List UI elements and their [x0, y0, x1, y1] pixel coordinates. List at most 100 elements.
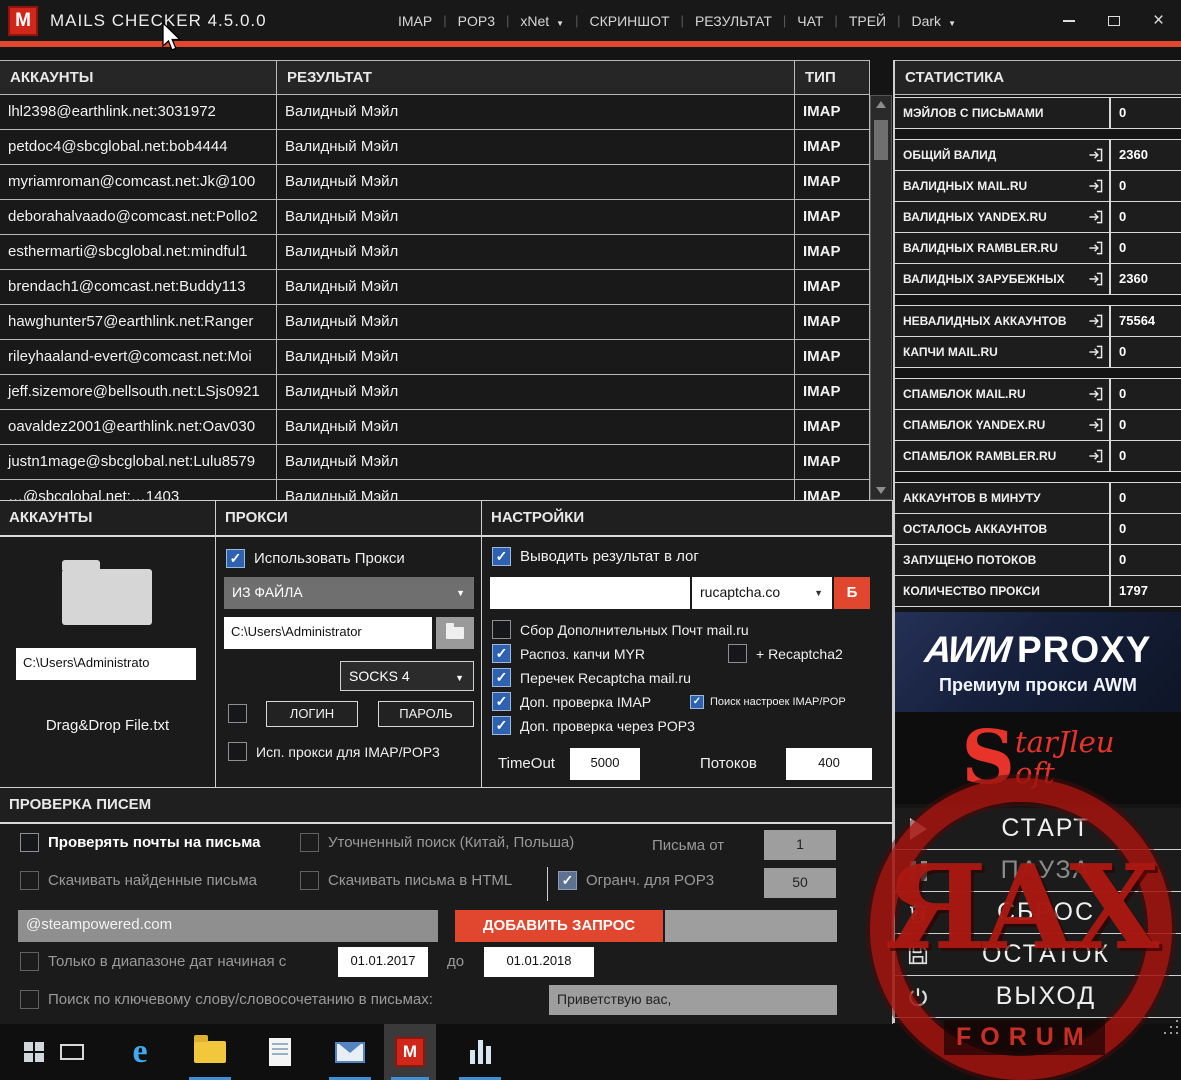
- column-header-type[interactable]: ТИП: [795, 61, 870, 94]
- download-html-checkbox[interactable]: [300, 871, 319, 890]
- menu-imap[interactable]: IMAP: [398, 13, 432, 29]
- myr-captcha-checkbox[interactable]: [492, 644, 511, 663]
- table-row[interactable]: brendach1@comcast.net:Buddy113Валидный М…: [0, 270, 870, 305]
- table-row[interactable]: jeff.sizemore@bellsouth.net:LSjs0921Вали…: [0, 375, 870, 410]
- export-icon[interactable]: [1088, 345, 1103, 359]
- table-row[interactable]: …@sbcglobal.net:…1403Валидный МэйлIMAP: [0, 480, 870, 500]
- theme-dropdown[interactable]: Dark▼: [912, 13, 956, 29]
- table-row[interactable]: lhl2398@earthlink.net:3031972Валидный Мэ…: [0, 95, 870, 130]
- menu-pop3[interactable]: POP3: [458, 13, 495, 29]
- table-row[interactable]: esthermarti@sbcglobal.net:mindful1Валидн…: [0, 235, 870, 270]
- proxy-source-select[interactable]: ИЗ ФАЙЛА▼: [224, 577, 474, 609]
- table-row[interactable]: myriamroman@comcast.net:Jk@100Валидный М…: [0, 165, 870, 200]
- folder-drop-icon[interactable]: [62, 569, 152, 625]
- menu-result[interactable]: РЕЗУЛЬТАТ: [695, 13, 772, 29]
- proxy-path-input[interactable]: C:\Users\Administrator: [224, 617, 432, 649]
- table-row[interactable]: oavaldez2001@earthlink.net:Oav030Валидны…: [0, 410, 870, 445]
- check-letters-checkbox[interactable]: [20, 833, 39, 852]
- xnet-dropdown[interactable]: xNet▼: [520, 13, 564, 29]
- close-button[interactable]: ×: [1136, 0, 1181, 41]
- taskbar-mail[interactable]: [322, 1024, 378, 1080]
- scrollbar-thumb[interactable]: [874, 120, 888, 160]
- export-icon[interactable]: [1088, 210, 1103, 224]
- refined-search-checkbox[interactable]: [300, 833, 319, 852]
- captcha-key-input[interactable]: [490, 577, 690, 609]
- table-row[interactable]: petdoc4@sbcglobal.net:bob4444Валидный Мэ…: [0, 130, 870, 165]
- query-extra-input[interactable]: [665, 910, 837, 942]
- use-proxy-checkbox[interactable]: [226, 549, 245, 568]
- stat-value: 0: [1109, 337, 1181, 367]
- recaptcha2-checkbox[interactable]: [728, 644, 747, 663]
- taskbar-stats-app[interactable]: [452, 1024, 508, 1080]
- taskbar-notepad[interactable]: [252, 1024, 308, 1080]
- taskbar-file-explorer[interactable]: [182, 1024, 238, 1080]
- query-input[interactable]: @steampowered.com: [18, 910, 438, 942]
- minimize-button[interactable]: [1046, 0, 1091, 41]
- keyword-search-checkbox[interactable]: [20, 990, 39, 1009]
- log-output-checkbox[interactable]: [492, 547, 511, 566]
- export-icon[interactable]: [1088, 387, 1103, 401]
- balance-button[interactable]: Б: [834, 577, 870, 609]
- table-row[interactable]: rileyhaaland-evert@comcast.net:MoiВалидн…: [0, 340, 870, 375]
- pause-control-button[interactable]: ПАУЗА: [895, 850, 1181, 892]
- keyword-input[interactable]: Приветствую вас,: [549, 985, 837, 1015]
- task-view-button[interactable]: [44, 1024, 100, 1080]
- password-button[interactable]: ПАРОЛЬ: [378, 701, 474, 727]
- column-header-accounts[interactable]: АККАУНТЫ: [0, 61, 277, 94]
- export-icon[interactable]: [1088, 179, 1103, 193]
- table-row[interactable]: justn1mage@sbcglobal.net:Lulu8579Валидны…: [0, 445, 870, 480]
- power-control-button[interactable]: ВЫХОД: [895, 976, 1181, 1018]
- menu-tray[interactable]: ТРЕЙ: [849, 13, 886, 29]
- export-icon[interactable]: [1088, 314, 1103, 328]
- taskbar-mails-checker[interactable]: M: [384, 1024, 436, 1080]
- export-icon[interactable]: [1088, 148, 1103, 162]
- download-letters-checkbox[interactable]: [20, 871, 39, 890]
- awm-proxy-banner[interactable]: AWMPROXY Премиум прокси AWM: [895, 612, 1181, 712]
- save-control-button[interactable]: ОСТАТОК: [895, 934, 1181, 976]
- imap-settings-search-checkbox[interactable]: [690, 695, 704, 709]
- date-from-input[interactable]: 01.01.2017: [338, 947, 428, 977]
- column-header-result[interactable]: РЕЗУЛЬТАТ: [277, 61, 795, 94]
- proxy-auth-checkbox[interactable]: [228, 704, 247, 723]
- timeout-label: TimeOut: [498, 755, 555, 772]
- proxy-type-select[interactable]: SOCKS 4▼: [340, 661, 474, 691]
- pop3-check-checkbox[interactable]: [492, 716, 511, 735]
- recheck-recaptcha-checkbox[interactable]: [492, 668, 511, 687]
- imap-check-checkbox[interactable]: [492, 692, 511, 711]
- export-icon[interactable]: [1088, 418, 1103, 432]
- date-to-input[interactable]: 01.01.2018: [484, 947, 594, 977]
- threads-input[interactable]: 400: [786, 748, 872, 780]
- add-query-button[interactable]: ДОБАВИТЬ ЗАПРОС: [455, 910, 663, 942]
- scroll-up-icon[interactable]: [876, 101, 886, 108]
- export-icon[interactable]: [1088, 241, 1103, 255]
- menu-screenshot[interactable]: СКРИНШОТ: [589, 13, 669, 29]
- cell-account: …@sbcglobal.net:…1403: [0, 480, 277, 500]
- pop3-limit-checkbox[interactable]: [558, 871, 577, 890]
- play-control-button[interactable]: СТАРТ: [895, 808, 1181, 850]
- trash-control-button[interactable]: СБРОС: [895, 892, 1181, 934]
- export-icon[interactable]: [1088, 272, 1103, 286]
- menu-separator: |: [575, 13, 578, 28]
- menu-chat[interactable]: ЧАТ: [797, 13, 823, 29]
- table-row[interactable]: hawghunter57@earthlink.net:RangerВалидны…: [0, 305, 870, 340]
- accounts-path-input[interactable]: C:\Users\Administrato: [16, 648, 196, 680]
- table-scrollbar[interactable]: [870, 95, 892, 500]
- collect-extra-mail-checkbox[interactable]: [492, 620, 511, 639]
- export-icon[interactable]: [1088, 449, 1103, 463]
- timeout-input[interactable]: 5000: [570, 748, 640, 780]
- proxy-imap-pop3-checkbox[interactable]: [228, 742, 247, 761]
- table-row[interactable]: deborahalvaado@comcast.net:Pollo2Валидны…: [0, 200, 870, 235]
- stat-row: АККАУНТОВ В МИНУТУ0: [895, 483, 1181, 514]
- date-range-checkbox[interactable]: [20, 952, 39, 971]
- browse-folder-button[interactable]: [436, 617, 474, 649]
- maximize-button[interactable]: [1091, 0, 1136, 41]
- login-button[interactable]: ЛОГИН: [266, 701, 358, 727]
- captcha-service-select[interactable]: rucaptcha.co▼: [692, 577, 832, 609]
- scroll-down-icon[interactable]: [876, 487, 886, 494]
- pop3-limit-input[interactable]: 50: [764, 868, 836, 898]
- proxy-source-value: ИЗ ФАЙЛА: [232, 584, 303, 600]
- taskbar-internet-explorer[interactable]: e: [112, 1024, 168, 1080]
- resize-grip[interactable]: [1176, 1020, 1178, 1022]
- chevron-down-icon: ▼: [814, 577, 823, 609]
- letters-from-input[interactable]: 1: [764, 830, 836, 860]
